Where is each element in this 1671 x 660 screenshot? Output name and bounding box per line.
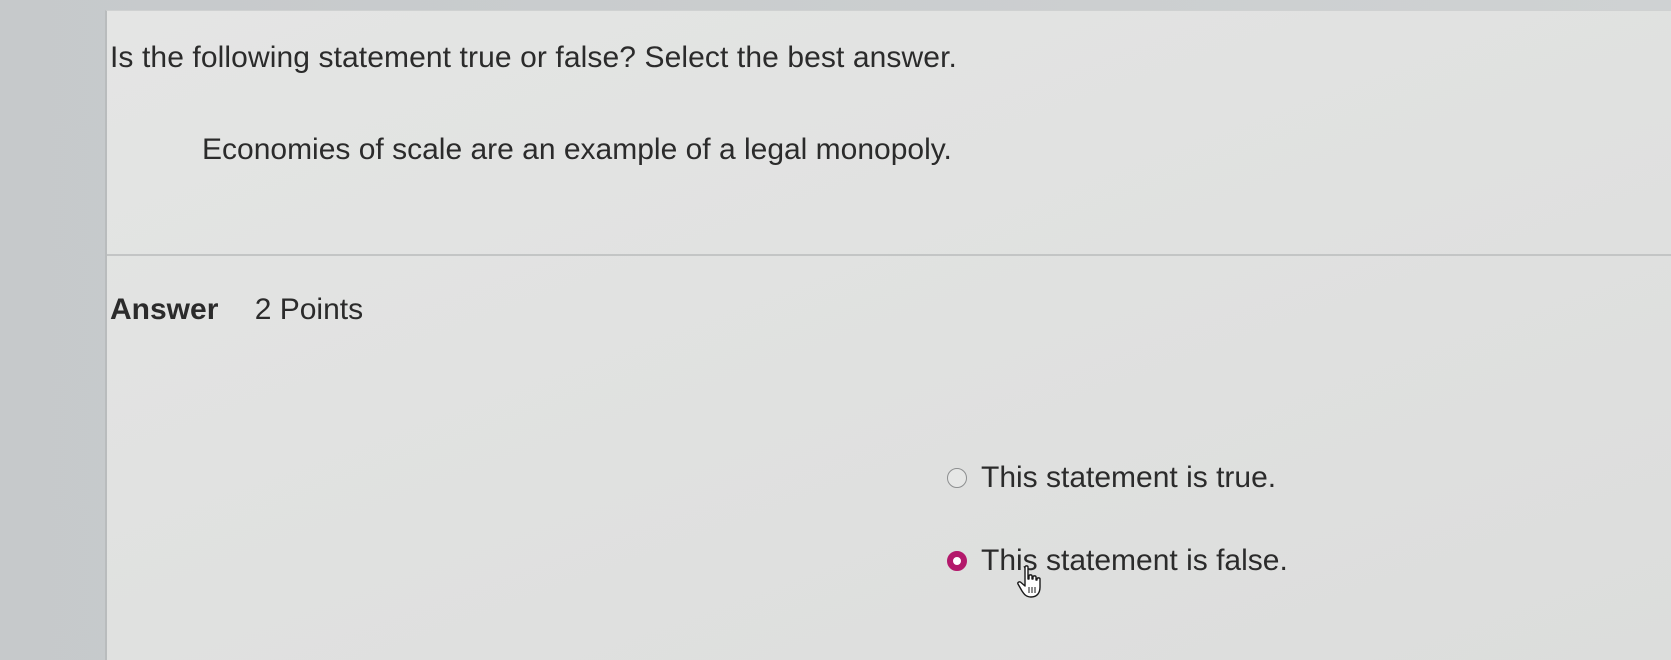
radio-false[interactable] — [947, 551, 967, 571]
screen: Is the following statement true or false… — [0, 0, 1671, 660]
hand-pointer-icon — [1017, 565, 1041, 598]
question-prompt: Is the following statement true or false… — [110, 41, 957, 74]
option-true-label[interactable]: This statement is true. — [981, 461, 1276, 495]
question-panel: Is the following statement true or false… — [105, 10, 1671, 660]
points-label: 2 Points — [254, 293, 364, 326]
radio-true[interactable] — [947, 468, 967, 488]
option-false[interactable]: This statement is false. — [947, 544, 1288, 578]
answer-header: Answer 2 Points — [110, 293, 363, 327]
answer-label: Answer — [110, 293, 219, 326]
option-true[interactable]: This statement is true. — [947, 461, 1276, 495]
divider — [107, 254, 1671, 256]
question-statement: Economies of scale are an example of a l… — [202, 133, 952, 166]
